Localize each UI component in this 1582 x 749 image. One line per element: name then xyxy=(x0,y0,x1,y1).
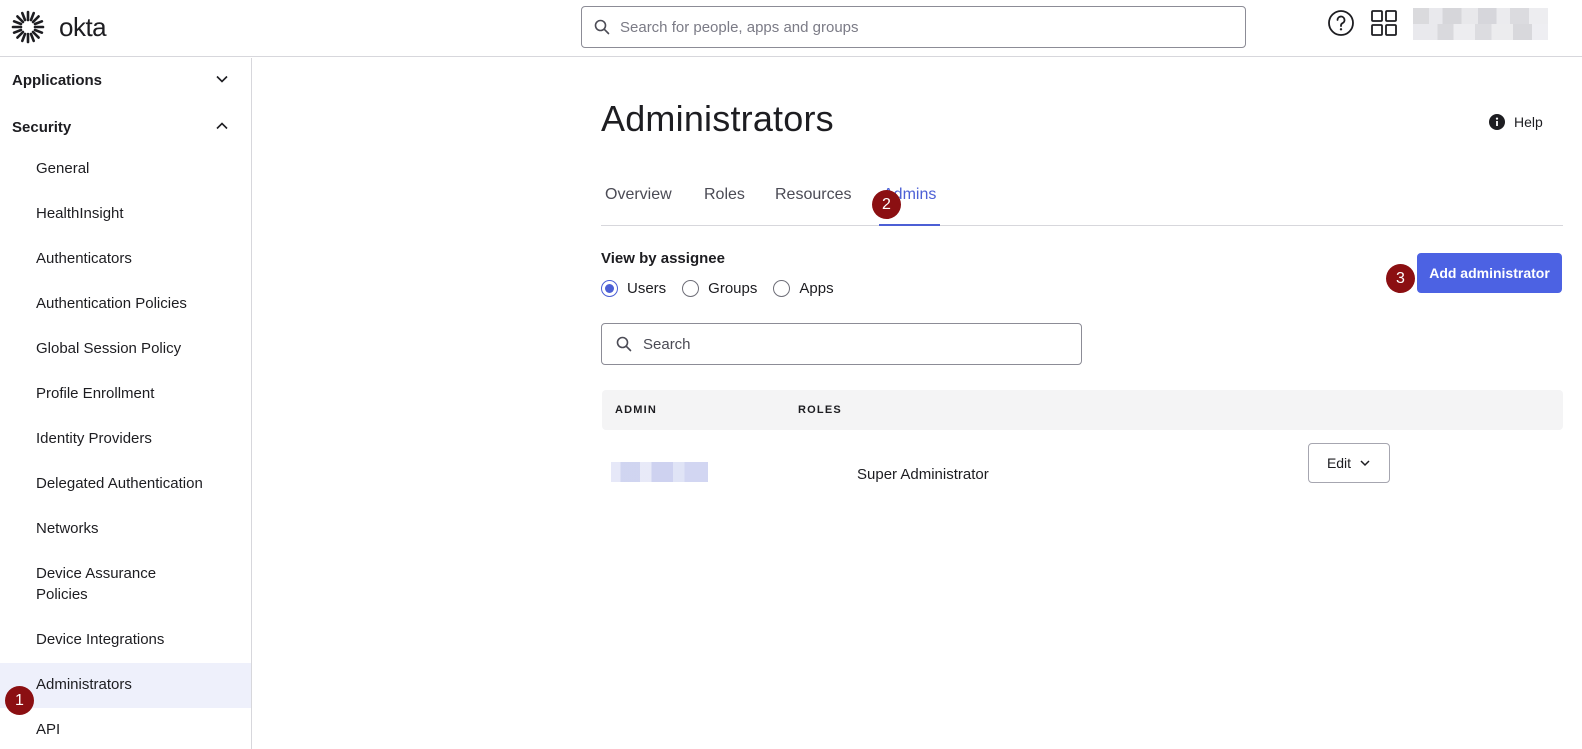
sidebar-item-administrators[interactable]: Administrators xyxy=(0,663,251,708)
radio-label: Groups xyxy=(708,280,758,297)
sidebar-section-label: Security xyxy=(12,118,72,136)
radio-groups[interactable]: Groups xyxy=(682,280,757,297)
search-icon xyxy=(616,336,632,352)
column-header-admin: ADMIN xyxy=(615,404,658,416)
help-label: Help xyxy=(1514,114,1543,130)
edit-button-label: Edit xyxy=(1326,455,1352,471)
sidebar-item-authentication-policies[interactable]: Authentication Policies xyxy=(0,293,251,314)
radio-circle[interactable] xyxy=(773,280,791,297)
help-link[interactable]: Help xyxy=(1489,114,1543,130)
tab-overview[interactable]: Overview xyxy=(605,186,672,226)
sidebar-item-device-integrations[interactable]: Device Integrations xyxy=(0,629,251,650)
edit-button[interactable]: Edit xyxy=(1308,443,1390,483)
okta-logo[interactable]: okta xyxy=(11,10,107,44)
top-bar: okta Search for people, apps and groups xyxy=(0,0,1582,57)
table-header: ADMIN ROLES xyxy=(602,390,1563,430)
sidebar-item-delegated-authentication[interactable]: Delegated Authentication xyxy=(0,473,251,494)
admin-search-input[interactable]: Search xyxy=(601,323,1082,365)
admin-name-link[interactable] xyxy=(611,462,708,482)
page-title: Administrators xyxy=(601,98,834,139)
step-badge-1: 1 xyxy=(5,686,34,715)
radio-label: Apps xyxy=(799,280,834,297)
user-menu[interactable] xyxy=(1413,8,1548,40)
column-header-roles: ROLES xyxy=(798,404,842,416)
help-icon[interactable] xyxy=(1327,9,1355,37)
apps-grid-icon[interactable] xyxy=(1370,9,1398,37)
sidebar-item-identity-providers[interactable]: Identity Providers xyxy=(0,428,251,449)
radio-circle-checked[interactable] xyxy=(601,280,618,297)
sidebar-item-profile-enrollment[interactable]: Profile Enrollment xyxy=(0,383,251,404)
radio-users[interactable]: Users xyxy=(601,280,666,297)
step-badge-3: 3 xyxy=(1386,264,1415,293)
global-search-placeholder: Search for people, apps and groups xyxy=(620,18,859,36)
tab-roles[interactable]: Roles xyxy=(704,186,745,226)
chevron-down-icon xyxy=(1360,460,1370,467)
chevron-up-icon xyxy=(216,122,228,130)
chevron-down-icon xyxy=(216,75,228,83)
radio-circle[interactable] xyxy=(682,280,700,297)
sidebar-item-healthinsight[interactable]: HealthInsight xyxy=(0,203,251,224)
tab-bar: Overview Roles Resources Admins xyxy=(601,180,1563,226)
sidebar-section-label: Applications xyxy=(12,71,103,89)
search-icon xyxy=(594,19,610,35)
step-badge-2: 2 xyxy=(872,190,901,219)
okta-sunburst-icon xyxy=(11,10,45,44)
sidebar-item-authenticators[interactable]: Authenticators xyxy=(0,248,251,269)
sidebar-section-applications[interactable]: Applications xyxy=(0,58,251,102)
sidebar-item-device-assurance-policies[interactable]: Device Assurance Policies xyxy=(0,563,200,605)
role-cell: Super Administrator xyxy=(857,466,989,483)
view-by-assignee-label: View by assignee xyxy=(601,250,725,267)
info-icon xyxy=(1489,114,1505,130)
add-administrator-button[interactable]: Add administrator xyxy=(1417,253,1562,293)
sidebar-item-general[interactable]: General xyxy=(0,158,251,179)
sidebar-item-global-session-policy[interactable]: Global Session Policy xyxy=(0,338,251,359)
brand-wordmark: okta xyxy=(59,12,107,42)
admin-search-placeholder: Search xyxy=(643,335,691,353)
sidebar-item-api[interactable]: API xyxy=(0,719,251,740)
tab-resources[interactable]: Resources xyxy=(775,186,851,226)
radio-label: Users xyxy=(627,280,667,297)
global-search-input[interactable]: Search for people, apps and groups xyxy=(581,6,1246,48)
sidebar-section-security[interactable]: Security xyxy=(0,105,251,149)
sidebar-item-networks[interactable]: Networks xyxy=(0,518,251,539)
assignee-radio-group: Users Groups Apps xyxy=(601,280,850,297)
radio-apps[interactable]: Apps xyxy=(773,280,834,297)
sidebar-nav: Applications Security General HealthInsi… xyxy=(0,58,252,749)
